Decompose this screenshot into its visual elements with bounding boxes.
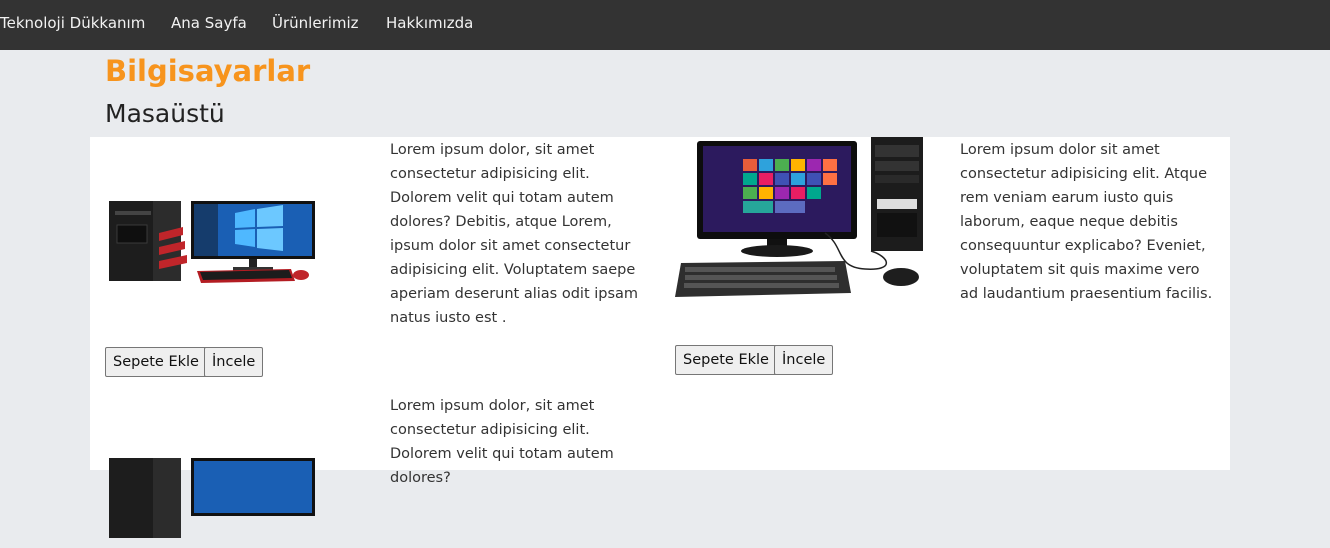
top-navbar: Teknoloji Dükkanım Ana Sayfa Ürünlerimiz… <box>0 0 1330 50</box>
product-image-desktop-red <box>105 452 315 548</box>
nav-link-about[interactable]: Hakkımızda <box>386 13 473 33</box>
nav-brand-link[interactable]: Teknoloji Dükkanım <box>0 13 145 33</box>
inspect-button[interactable]: İncele <box>774 345 834 375</box>
add-to-cart-button[interactable]: Sepete Ekle <box>105 347 207 377</box>
product-description: Lorem ipsum dolor, sit amet consectetur … <box>390 142 639 326</box>
product-image-desktop-tower <box>675 137 935 303</box>
nav-link-products[interactable]: Ürünlerimiz <box>272 13 359 33</box>
inspect-button[interactable]: İncele <box>204 347 264 377</box>
product-panel: Lorem ipsum dolor, sit amet consectetur … <box>90 137 1230 538</box>
product-description: Lorem ipsum dolor, sit amet consectetur … <box>390 398 614 486</box>
subcategory-title: Masaüstü <box>105 99 225 128</box>
nav-link-home[interactable]: Ana Sayfa <box>171 13 247 33</box>
category-title: Bilgisayarlar <box>105 54 311 88</box>
product-description: Lorem ipsum dolor sit amet consectetur a… <box>960 142 1213 302</box>
product-image-desktop-red <box>105 195 315 291</box>
add-to-cart-button[interactable]: Sepete Ekle <box>675 345 777 375</box>
